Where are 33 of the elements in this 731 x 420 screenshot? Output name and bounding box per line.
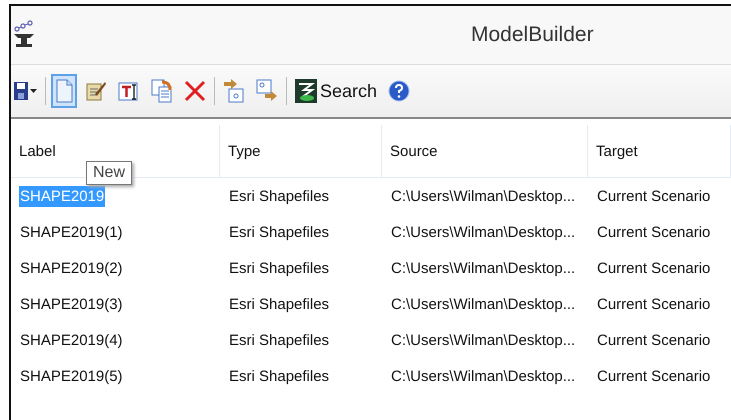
table-cell-text: Esri Shapefiles <box>228 222 330 242</box>
column-header[interactable]: Target <box>588 125 731 177</box>
table-cell[interactable]: SHAPE2019(3) <box>19 294 124 314</box>
tooltip: New <box>86 161 132 185</box>
search-logo-icon <box>295 79 317 103</box>
column-header[interactable]: Source <box>382 125 588 177</box>
table-cell[interactable]: SHAPE2019(2) <box>19 258 124 278</box>
table-cell-text: C:\Users\Wilman\Desktop... <box>390 186 576 206</box>
table-cell-text: Esri Shapefiles <box>228 294 330 314</box>
table-cell-text: Current Scenario <box>596 330 712 350</box>
table-cell[interactable]: SHAPE2019(5) <box>19 366 124 386</box>
column-header[interactable]: Type <box>220 125 382 177</box>
table-cell[interactable]: SHAPE2019(1) <box>19 222 124 242</box>
table-cell-text: C:\Users\Wilman\Desktop... <box>390 258 576 278</box>
table-cell-text: Current Scenario <box>596 222 712 242</box>
table-cell-text: Esri Shapefiles <box>228 258 330 278</box>
table-cell-text: Current Scenario <box>596 186 712 206</box>
table-cell-text: Esri Shapefiles <box>228 186 330 206</box>
table-cell-text: C:\Users\Wilman\Desktop... <box>390 330 576 350</box>
table-cell-text: C:\Users\Wilman\Desktop... <box>390 366 576 386</box>
table-cell-text: Current Scenario <box>596 366 712 386</box>
anvil-icon <box>13 20 35 50</box>
table-cell[interactable]: SHAPE2019(4) <box>19 330 124 350</box>
table-cell-text: C:\Users\Wilman\Desktop... <box>390 294 576 314</box>
table-cell-text: Current Scenario <box>596 258 712 278</box>
caret-icon <box>30 89 37 93</box>
table-cell-text: Current Scenario <box>596 294 712 314</box>
table-cell-text: Esri Shapefiles <box>228 366 330 386</box>
table-cell-text: C:\Users\Wilman\Desktop... <box>390 222 576 242</box>
new-document-icon[interactable] <box>51 74 77 108</box>
search-button[interactable]: Search <box>292 74 380 108</box>
table-cell-text: Esri Shapefiles <box>228 330 330 350</box>
window-title: ModelBuilder <box>471 23 594 47</box>
